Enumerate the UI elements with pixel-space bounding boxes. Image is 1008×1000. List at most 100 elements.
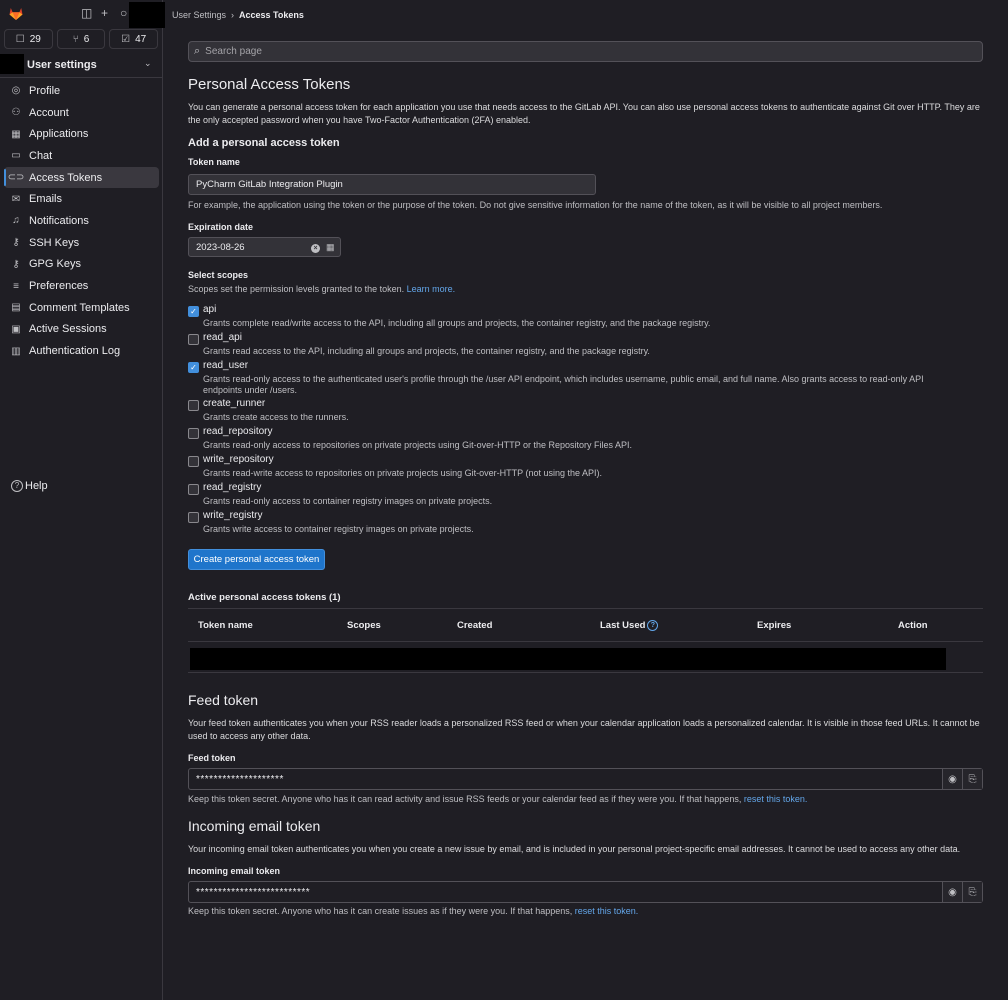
redacted-user-avatar	[0, 54, 24, 74]
search-input[interactable]	[203, 45, 948, 58]
eye-icon[interactable]: ◉	[942, 769, 962, 789]
sidebar-item-comment-templates[interactable]: ▤ Comment Templates	[4, 297, 159, 319]
column-header-label: Scopes	[347, 620, 381, 631]
incoming-token-label: Incoming email token	[188, 866, 281, 876]
sidebar: ◫ + ○ ☐ 29 ⑂ 6 ☑ 47 User settings ⌄ ◎ Profile ⚇…	[0, 0, 165, 1000]
token-name-input[interactable]: PyCharm GitLab Integration Plugin	[188, 174, 596, 195]
active-tokens-table: Token name Scopes Created Last Used? Expires…	[188, 608, 983, 673]
scope-description: Grants write access to container registr…	[203, 524, 474, 534]
incoming-description: Your incoming email token authenticates …	[188, 844, 961, 854]
scope-checkbox[interactable]	[188, 334, 199, 345]
gitlab-logo-icon[interactable]	[8, 5, 24, 21]
sidebar-item-active-sessions[interactable]: ▣ Active Sessions	[4, 319, 159, 341]
token-icon: ⊂⊃	[7, 172, 25, 184]
scope-description: Grants read-only access to the authentic…	[203, 374, 924, 395]
active-tokens-title: Active personal access tokens (1)	[188, 592, 341, 603]
chat-icon: ▭	[11, 150, 21, 162]
add-token-title: Add a personal access token	[188, 137, 340, 149]
scope-checkbox[interactable]	[188, 456, 199, 467]
scope-checkbox[interactable]: ✓	[188, 362, 199, 373]
sidebar-nav: ◎ Profile ⚇ Account ▦ Applications ▭ Chat ⊂⊃ Acce…	[4, 80, 159, 362]
scope-checkbox[interactable]	[188, 484, 199, 495]
scope-checkbox[interactable]: ✓	[188, 306, 199, 317]
scope-checkbox[interactable]	[188, 428, 199, 439]
reset-incoming-token-link[interactable]: reset this token.	[575, 906, 639, 916]
reset-feed-token-link[interactable]: reset this token.	[744, 794, 808, 804]
column-header-label: Expires	[757, 620, 792, 631]
sidebar-item-authentication-log[interactable]: ▥ Authentication Log	[4, 340, 159, 362]
sidebar-item-access-tokens[interactable]: ⊂⊃ Access Tokens	[4, 166, 159, 189]
scope-name[interactable]: create_runner	[203, 398, 265, 409]
question-icon[interactable]: ?	[647, 620, 659, 631]
table-row	[188, 642, 983, 673]
token-name-help: For example, the application using the t…	[188, 200, 883, 210]
counter-value: 47	[135, 33, 147, 45]
feed-description: Your feed token authenticates you when y…	[188, 718, 980, 741]
scope-checkbox[interactable]	[188, 400, 199, 411]
clear-icon[interactable]: ×	[311, 244, 320, 253]
counter-todo[interactable]: ☑ 47	[109, 29, 159, 49]
scope-description: Grants read-only access to repositories …	[203, 440, 633, 450]
column-header-created: Created	[457, 620, 492, 631]
scope-name[interactable]: read_repository	[203, 426, 272, 437]
scopes-label: Select scopes	[188, 270, 249, 280]
help-link[interactable]: ? Help	[11, 480, 48, 492]
sidebar-item-label: GPG Keys	[29, 258, 81, 271]
column-header-label: Action	[898, 620, 928, 631]
token-name-label: Token name	[188, 157, 240, 167]
copy-icon[interactable]: ⎘	[962, 882, 982, 902]
feed-token-value[interactable]: ********************	[189, 769, 942, 789]
sidebar-item-preferences[interactable]: ≡ Preferences	[4, 275, 159, 297]
expiration-date-input[interactable]: 2023-08-26 × ▦	[188, 237, 341, 257]
feed-token-label: Feed token	[188, 753, 236, 763]
counters-bar: ☐ 29 ⑂ 6 ☑ 47	[4, 29, 159, 49]
breadcrumb-current: Access Tokens	[239, 10, 304, 20]
redacted-avatar	[129, 2, 165, 28]
breadcrumb-parent[interactable]: User Settings	[172, 10, 226, 20]
create-token-button[interactable]: Create personal access token	[188, 549, 325, 570]
sidebar-item-notifications[interactable]: ♫ Notifications	[4, 210, 159, 232]
sidebar-item-label: Authentication Log	[29, 345, 121, 358]
scope-description: Grants read-write access to repositories…	[203, 468, 602, 478]
sidebar-item-label: Applications	[29, 128, 89, 141]
sidebar-item-gpg-keys[interactable]: ⚷ GPG Keys	[4, 254, 159, 276]
scope-name[interactable]: write_repository	[203, 454, 274, 465]
scope-checkbox[interactable]	[188, 512, 199, 523]
column-header-label: Created	[457, 620, 493, 631]
sidebar-item-applications[interactable]: ▦ Applications	[4, 123, 159, 145]
incoming-help-text: Keep this token secret. Anyone who has i…	[188, 906, 573, 916]
sidebar-item-account[interactable]: ⚇ Account	[4, 102, 159, 124]
scope-name[interactable]: write_registry	[203, 510, 262, 521]
incoming-email-title: Incoming email token	[188, 818, 321, 834]
scope-name[interactable]: api	[203, 304, 216, 315]
counter-issues[interactable]: ☐ 29	[4, 29, 53, 49]
merge-request-icon: ⑂	[72, 33, 79, 45]
table-header: Token name Scopes Created Last Used? Expires…	[188, 608, 983, 642]
column-header-scopes: Scopes	[347, 620, 381, 631]
scope-name[interactable]: read_user	[203, 360, 248, 371]
counter-merge-request[interactable]: ⑂ 6	[56, 29, 106, 49]
incoming-token-value[interactable]: **************************	[189, 882, 942, 902]
learn-more-link[interactable]: Learn more.	[407, 284, 456, 294]
feed-token-help: Keep this token secret. Anyone who has i…	[188, 794, 807, 804]
calendar-icon[interactable]: ▦	[326, 242, 335, 253]
pat-description: You can generate a personal access token…	[188, 102, 980, 125]
notifications-icon: ♫	[12, 215, 20, 227]
scope-description: Grants complete read/write access to the…	[203, 318, 711, 328]
sidebar-item-emails[interactable]: ✉ Emails	[4, 188, 159, 210]
scope-name[interactable]: read_registry	[203, 482, 261, 493]
copy-icon[interactable]: ⎘	[962, 769, 982, 789]
counter-value: 6	[83, 33, 90, 45]
sidebar-item-chat[interactable]: ▭ Chat	[4, 145, 159, 167]
chevron-down-icon[interactable]: ⌄	[144, 58, 152, 69]
eye-icon[interactable]: ◉	[942, 882, 962, 902]
create-new-icon[interactable]: +	[101, 7, 113, 19]
context-title[interactable]: User settings	[27, 59, 97, 71]
scope-name[interactable]: read_api	[203, 332, 242, 343]
search-page-field[interactable]: ⌕	[188, 41, 983, 62]
toggle-sidebar-icon[interactable]: ◫	[81, 7, 93, 19]
sidebar-top-bar: ◫ + ○	[0, 0, 165, 28]
sidebar-item-ssh-keys[interactable]: ⚷ SSH Keys	[4, 232, 159, 254]
sidebar-item-label: Access Tokens	[29, 171, 103, 184]
sidebar-item-profile[interactable]: ◎ Profile	[4, 80, 159, 102]
